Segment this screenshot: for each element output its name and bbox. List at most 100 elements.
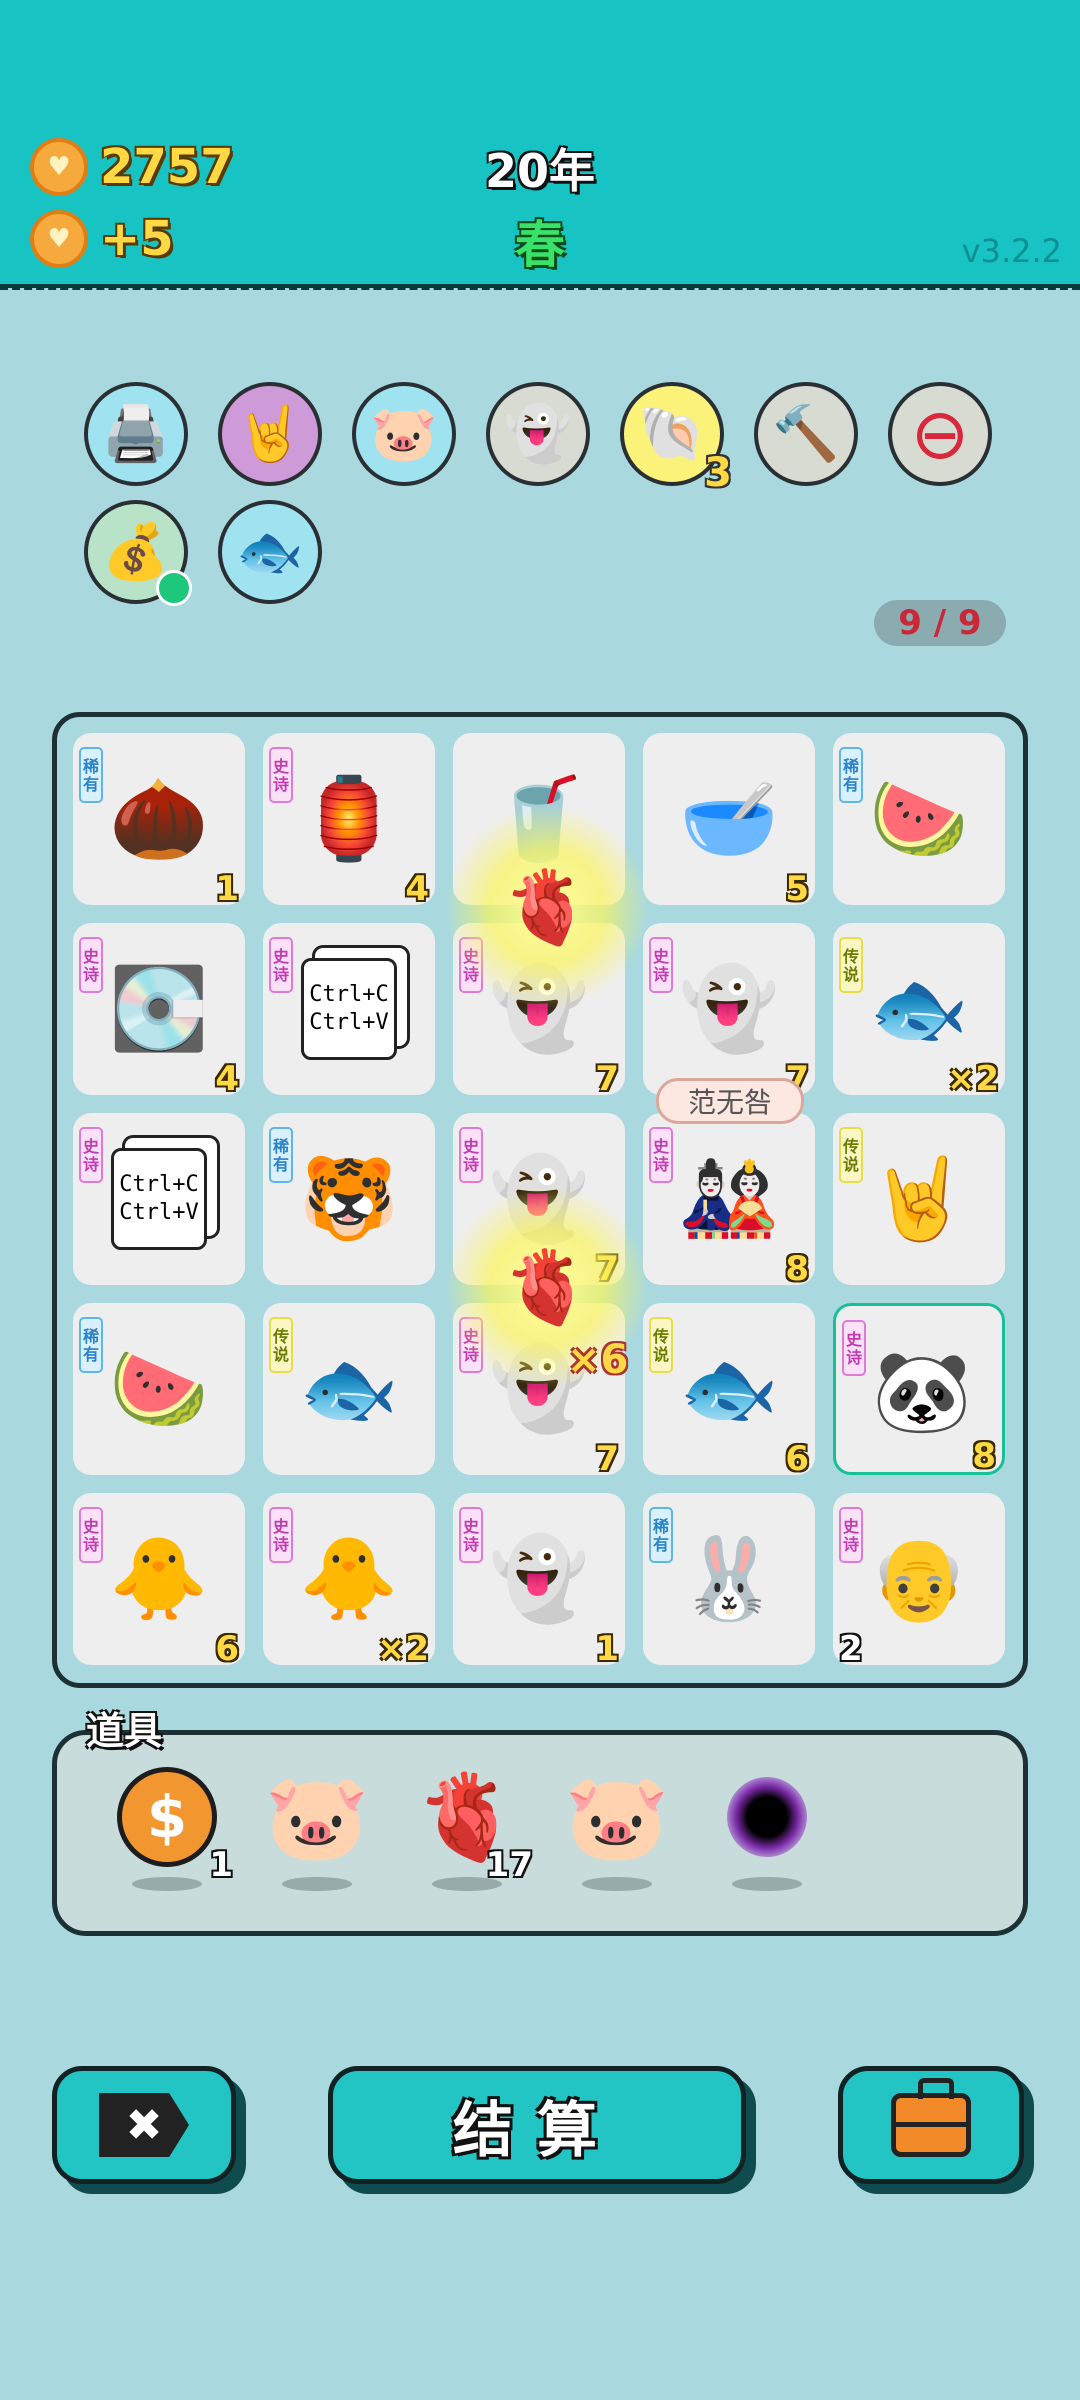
relic-hammer-icon[interactable]: 🔨	[754, 382, 858, 486]
slot-cell[interactable]: 👻 史 诗1	[453, 1493, 625, 1669]
prop-piggy-bank[interactable]: 🐷	[557, 1757, 677, 1907]
relic-minus-heart-icon[interactable]: ⊖	[888, 382, 992, 486]
slot-cell[interactable]: Ctrl+C Ctrl+V 史 诗	[73, 1113, 245, 1285]
rarity-tag: 稀 有	[839, 747, 863, 803]
cell-value: 7	[595, 1059, 619, 1099]
rarity-tag: 史 诗	[459, 1507, 483, 1563]
cell-value: 4	[215, 1059, 239, 1099]
settle-button[interactable]: 结算	[328, 2066, 746, 2184]
slot-cell[interactable]: 🐥 史 诗 ×2	[263, 1493, 435, 1669]
cell-value: 5	[785, 869, 809, 909]
rarity-tag: 稀 有	[79, 747, 103, 803]
slot-cell[interactable]: 🐯 稀 有	[263, 1113, 435, 1285]
prop-count: 17	[485, 1845, 533, 1885]
slot-cell[interactable]: 🌰 稀 有1	[73, 733, 245, 909]
shell-icon: 🐚	[638, 402, 706, 465]
cell-value: ×2	[376, 1629, 429, 1669]
props-panel: $1 🐷 🫀 17 🐷	[52, 1730, 1028, 1936]
rarity-tag: 稀 有	[269, 1127, 293, 1183]
rarity-tag: 传 说	[649, 1317, 673, 1373]
cell-value: 2	[839, 1629, 863, 1669]
cell-value: 4	[405, 869, 429, 909]
liver-effect-icon: 🫀	[447, 807, 647, 1007]
relic-shell-icon[interactable]: 🐚 3	[620, 382, 732, 496]
slot-cell[interactable]: 🎎 史 诗8	[643, 1113, 815, 1289]
minus-heart-icon: ⊖	[910, 393, 970, 475]
rarity-tag: 史 诗	[79, 937, 103, 993]
rarity-tag: 史 诗	[649, 1127, 673, 1183]
slot-cell[interactable]: 🤘 传 说	[833, 1113, 1005, 1285]
coin-amount: 2757	[100, 139, 234, 195]
rarity-tag: 稀 有	[79, 1317, 103, 1373]
year-label: 20年	[484, 144, 595, 198]
copy-paste-label: Ctrl+C Ctrl+V	[301, 958, 397, 1060]
notification-dot	[156, 570, 192, 606]
cell-value: 6	[785, 1439, 809, 1479]
copy-paste-label: Ctrl+C Ctrl+V	[111, 1148, 207, 1250]
rarity-tag: 史 诗	[269, 747, 293, 803]
prop-black-hole[interactable]	[707, 1757, 827, 1907]
slot-cell[interactable]: Ctrl+C Ctrl+V 史 诗	[263, 923, 435, 1095]
slot-cell[interactable]: 👴 史 诗2	[833, 1493, 1005, 1669]
skip-button[interactable]: ✖	[52, 2066, 236, 2184]
symbol-tooltip: 范无咎	[656, 1078, 804, 1124]
rarity-tag: 史 诗	[269, 937, 293, 993]
cell-value: ×2	[946, 1059, 999, 1099]
rarity-tag: 史 诗	[649, 937, 673, 993]
rarity-tag: 史 诗	[839, 1507, 863, 1563]
slot-cell[interactable]: 🏮 史 诗4	[263, 733, 435, 909]
prop-liver[interactable]: 🫀 17	[407, 1757, 533, 1907]
relic-money-sack-icon[interactable]: 💰	[84, 500, 192, 606]
relic-rock-hand-icon[interactable]: 🤘	[218, 382, 322, 486]
relic-printer-warning-icon[interactable]: 🖨️	[84, 382, 188, 486]
slot-cell[interactable]: 🐥 史 诗6	[73, 1493, 245, 1669]
heart-coin-icon: ♥	[30, 138, 88, 196]
rarity-tag: 传 说	[839, 937, 863, 993]
relic-fish-tank-icon[interactable]: 🐟	[218, 500, 322, 604]
income-amount: +5	[100, 211, 174, 267]
rarity-tag: 传 说	[839, 1127, 863, 1183]
heart-coin-icon: ♥	[30, 210, 88, 268]
slot-cell[interactable]: 🍉 稀 有	[73, 1303, 245, 1475]
version-label: v3.2.2	[961, 232, 1062, 270]
slot-cell[interactable]: 💽 史 诗4	[73, 923, 245, 1099]
season-label: 春	[515, 216, 565, 274]
prop-shadow	[582, 1877, 652, 1891]
black-hole-icon	[727, 1777, 807, 1857]
slot-cell[interactable]: 🍉 稀 有	[833, 733, 1005, 905]
piggy-bank-icon: 🐷	[564, 1767, 670, 1866]
multiplier-label: ×6	[567, 1337, 629, 1383]
rarity-tag: 史 诗	[79, 1507, 103, 1563]
inventory-button[interactable]	[838, 2066, 1024, 2184]
slot-cell[interactable]: 🐟 传 说	[263, 1303, 435, 1475]
piggy-bank-icon: 🐷	[370, 402, 438, 465]
slot-cell[interactable]: 🐰 稀 有	[643, 1493, 815, 1665]
slot-cell[interactable]: 🐟 传 说6	[643, 1303, 815, 1479]
prop-shadow	[132, 1877, 202, 1891]
cell-value: 6	[215, 1629, 239, 1669]
printer-warning-icon: 🖨️	[102, 402, 170, 465]
relic-count: 3	[704, 450, 732, 496]
prop-piggy-bank[interactable]: 🐷	[257, 1757, 377, 1907]
relic-ghost-tongue-icon[interactable]: 👻	[486, 382, 590, 486]
slot-cell[interactable]: 🐟 传 说 ×2	[833, 923, 1005, 1099]
relic-piggy-bank-icon[interactable]: 🐷	[352, 382, 456, 486]
prop-shadow	[282, 1877, 352, 1891]
close-icon: ✖	[99, 2093, 189, 2157]
piggy-bank-icon: 🐷	[264, 1767, 370, 1866]
slot-cell[interactable]: 🥣 5	[643, 733, 815, 909]
ghost-tongue-icon: 👻	[504, 402, 572, 465]
rarity-tag: 史 诗	[79, 1127, 103, 1183]
slot-cell[interactable]: 🐼 史 诗8	[833, 1303, 1005, 1476]
cell-value: 1	[215, 869, 239, 909]
rarity-tag: 史 诗	[269, 1507, 293, 1563]
cell-value: 8	[785, 1249, 809, 1289]
coin-income: ♥ +5	[30, 210, 174, 268]
spin-counter: 9 / 9	[874, 600, 1006, 646]
slot-cell[interactable]: 👻史 诗7	[643, 923, 815, 1099]
cell-value: 7	[595, 1439, 619, 1479]
rarity-tag: 传 说	[269, 1317, 293, 1373]
coin-balance: ♥ 2757	[30, 138, 234, 196]
prop-dollar-coin[interactable]: $1	[107, 1757, 233, 1907]
money-sack-icon: 💰	[102, 520, 170, 583]
